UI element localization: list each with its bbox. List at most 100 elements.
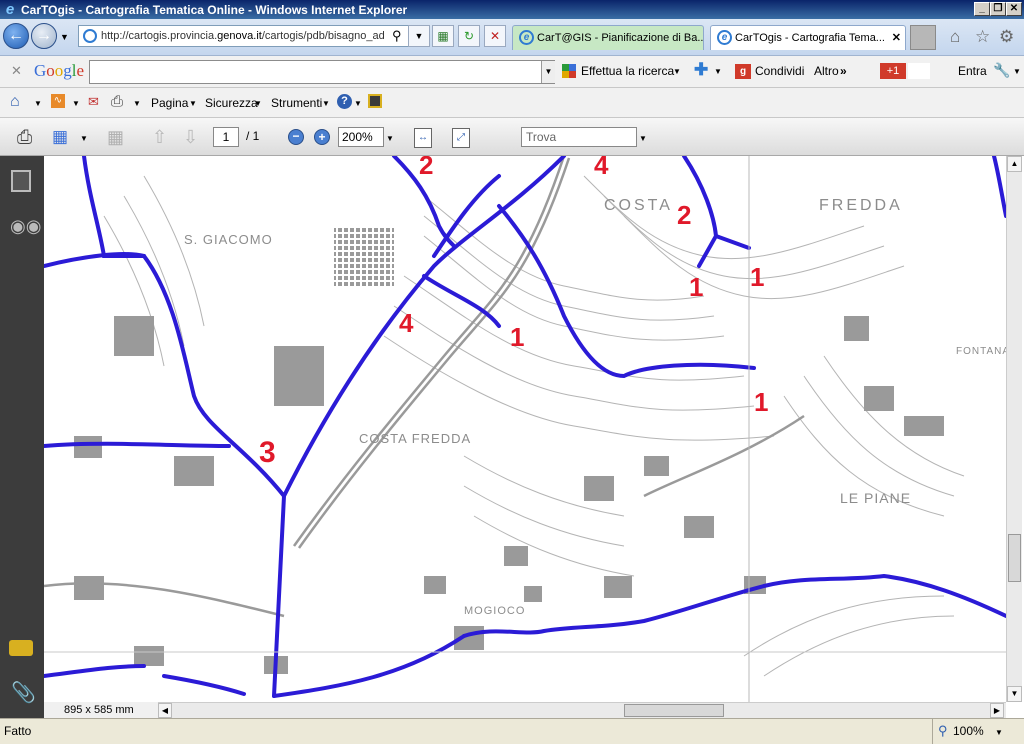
tools-gear-icon[interactable]: ⚙ bbox=[999, 27, 1014, 47]
pdf-share-dropdown-icon[interactable]: ▼ bbox=[80, 134, 102, 154]
horizontal-scroll-thumb[interactable] bbox=[624, 704, 724, 717]
compatibility-view-icon[interactable]: ▦ bbox=[432, 25, 454, 47]
search-options-icon[interactable]: ▼ bbox=[673, 67, 681, 76]
tab-cartogis[interactable]: e CarTOgis - Cartografia Tema... ✕ bbox=[710, 25, 906, 50]
vertical-scrollbar[interactable]: ▲ ▼ bbox=[1006, 156, 1022, 702]
print-dropdown-icon[interactable]: ▼ bbox=[133, 99, 141, 108]
home-icon[interactable]: ⌂ bbox=[10, 93, 20, 111]
help-dropdown-icon[interactable]: ▼ bbox=[354, 99, 362, 108]
status-text: Fatto bbox=[4, 724, 32, 738]
fit-width-icon[interactable]: ↔ bbox=[414, 128, 432, 148]
history-dropdown-icon[interactable]: ▼ bbox=[60, 32, 69, 42]
attachment-paperclip-icon[interactable]: 📎 bbox=[11, 680, 36, 705]
zoom-input[interactable]: 200% bbox=[338, 127, 384, 147]
place-name: LE PIANE bbox=[840, 490, 911, 506]
status-zoom-level[interactable]: 100% bbox=[953, 724, 984, 738]
page-icon bbox=[83, 29, 97, 43]
new-tab-button[interactable] bbox=[910, 25, 936, 50]
address-dropdown-icon[interactable]: ▼ bbox=[408, 25, 430, 47]
tab-close-icon[interactable]: ✕ bbox=[892, 26, 901, 50]
plus-one-button[interactable]: +1 bbox=[880, 63, 906, 79]
ie-logo-icon: e bbox=[5, 0, 15, 18]
scroll-up-icon[interactable]: ▲ bbox=[1007, 156, 1022, 172]
settings-dropdown-icon[interactable]: ▼ bbox=[1013, 67, 1021, 76]
horizontal-scrollbar[interactable]: ◀ ▶ bbox=[158, 702, 1006, 718]
zone-label: 2 bbox=[419, 156, 433, 180]
pdf-toolbar: ⎙ ▦ ▼ ▦ ⇧ ⇩ 1 / 1 − + 200% ▼ ↔ ⤢ Trova ▼ bbox=[0, 118, 1024, 156]
navigation-bar: ← → ▼ http://cartogis.provincia.genova.i… bbox=[0, 19, 1024, 56]
next-page-icon[interactable]: ⇩ bbox=[183, 127, 205, 147]
zone-label: 1 bbox=[750, 262, 764, 292]
page-number-input[interactable]: 1 bbox=[213, 127, 239, 147]
pdf-sidebar: ◉◉ 📎 bbox=[0, 156, 44, 718]
zone-label: 4 bbox=[594, 156, 609, 180]
refresh-icon[interactable]: ↻ bbox=[458, 25, 480, 47]
title-bar: e CarTOgis - Cartografia Tematica Online… bbox=[0, 0, 1024, 19]
home-icon[interactable]: ⌂ bbox=[950, 27, 960, 47]
find-dropdown-icon[interactable]: ▼ bbox=[639, 134, 647, 143]
pdf-share-icon[interactable]: ▦ bbox=[52, 127, 74, 147]
tools-menu-dropdown-icon: ▼ bbox=[322, 99, 330, 108]
stop-icon[interactable]: ✕ bbox=[484, 25, 506, 47]
forward-button[interactable]: → bbox=[31, 23, 57, 49]
more-button[interactable]: Altro bbox=[814, 64, 839, 78]
map-viewport[interactable]: 2 4 2 1 1 4 1 1 3 S. GIACOMO COSTA FREDD… bbox=[44, 156, 1006, 702]
print-icon[interactable]: ⎙ bbox=[111, 93, 123, 110]
googleplus-icon: g bbox=[735, 64, 751, 79]
scroll-down-icon[interactable]: ▼ bbox=[1007, 686, 1022, 702]
zoom-magnifier-icon: ⚲ bbox=[938, 723, 948, 738]
page-menu-dropdown-icon: ▼ bbox=[189, 99, 197, 108]
feeds-dropdown-icon[interactable]: ▼ bbox=[72, 99, 80, 108]
zoom-in-icon[interactable]: + bbox=[314, 129, 330, 145]
tools-menu[interactable]: Strumenti bbox=[271, 96, 322, 110]
research-icon[interactable] bbox=[368, 94, 382, 108]
url-host: genova.it bbox=[217, 30, 262, 42]
fit-page-icon[interactable]: ⤢ bbox=[452, 128, 470, 148]
previous-page-icon[interactable]: ⇧ bbox=[152, 127, 174, 147]
help-icon[interactable]: ? bbox=[337, 94, 352, 109]
scroll-left-icon[interactable]: ◀ bbox=[158, 703, 172, 718]
tab-cartgis[interactable]: e CarT@GIS - Pianificazione di Ba... bbox=[512, 25, 704, 50]
google-search-input[interactable] bbox=[89, 60, 555, 84]
zoom-dropdown-icon[interactable]: ▼ bbox=[386, 134, 394, 143]
page-thumbnails-icon[interactable] bbox=[11, 170, 31, 192]
favorites-star-icon[interactable]: ☆ bbox=[975, 27, 990, 47]
binoculars-icon[interactable]: ◉◉ bbox=[10, 216, 41, 237]
browser-window: e CarTOgis - Cartografia Tematica Online… bbox=[0, 0, 1024, 744]
signin-button[interactable]: Entra bbox=[958, 64, 987, 78]
toolbar-close-icon[interactable]: ✕ bbox=[11, 63, 22, 79]
search-icon[interactable]: ⚲ bbox=[392, 28, 402, 44]
feeds-icon[interactable]: ∿ bbox=[51, 94, 65, 108]
zoom-out-icon[interactable]: − bbox=[288, 129, 304, 145]
plus-one-count bbox=[908, 63, 930, 79]
home-dropdown-icon[interactable]: ▼ bbox=[34, 99, 42, 108]
scroll-right-icon[interactable]: ▶ bbox=[990, 703, 1004, 718]
back-button[interactable]: ← bbox=[3, 23, 29, 49]
plus-share-icon[interactable]: ✚ bbox=[694, 60, 708, 80]
plus-share-dropdown-icon[interactable]: ▼ bbox=[714, 67, 722, 76]
wrench-icon[interactable]: 🔧 bbox=[993, 62, 1010, 79]
status-zoom-dropdown-icon[interactable]: ▼ bbox=[995, 728, 1003, 737]
place-name: COSTA FREDDA bbox=[359, 431, 471, 446]
place-name: MOGIOCO bbox=[464, 605, 525, 617]
google-logo: Google bbox=[34, 61, 85, 80]
vertical-scroll-thumb[interactable] bbox=[1008, 534, 1021, 582]
minimize-button[interactable]: _ bbox=[974, 2, 990, 16]
place-name: S. GIACOMO bbox=[184, 232, 273, 247]
zone-label: 1 bbox=[754, 387, 768, 417]
google-toolbar: ✕ Google ▼ Effettua la ricerca ▼ ✚ ▼ g C… bbox=[0, 56, 1024, 88]
security-menu-dropdown-icon: ▼ bbox=[254, 99, 262, 108]
share-button[interactable]: Condividi bbox=[755, 64, 804, 78]
security-menu[interactable]: Sicurezza bbox=[205, 96, 258, 110]
search-dropdown-icon[interactable]: ▼ bbox=[541, 61, 555, 83]
search-button[interactable]: Effettua la ricerca bbox=[581, 64, 674, 78]
address-bar[interactable]: http://cartogis.provincia.genova.it/cart… bbox=[78, 25, 426, 47]
pdf-print-icon[interactable]: ⎙ bbox=[17, 127, 39, 148]
page-menu[interactable]: Pagina bbox=[151, 96, 188, 110]
comments-icon[interactable] bbox=[9, 640, 33, 656]
find-input[interactable]: Trova bbox=[521, 127, 637, 147]
mail-icon[interactable]: ✉ bbox=[88, 94, 99, 110]
close-button[interactable]: ✕ bbox=[1006, 2, 1022, 16]
place-name: FONTANA bbox=[956, 346, 1006, 357]
maximize-button[interactable]: ❐ bbox=[990, 2, 1006, 16]
